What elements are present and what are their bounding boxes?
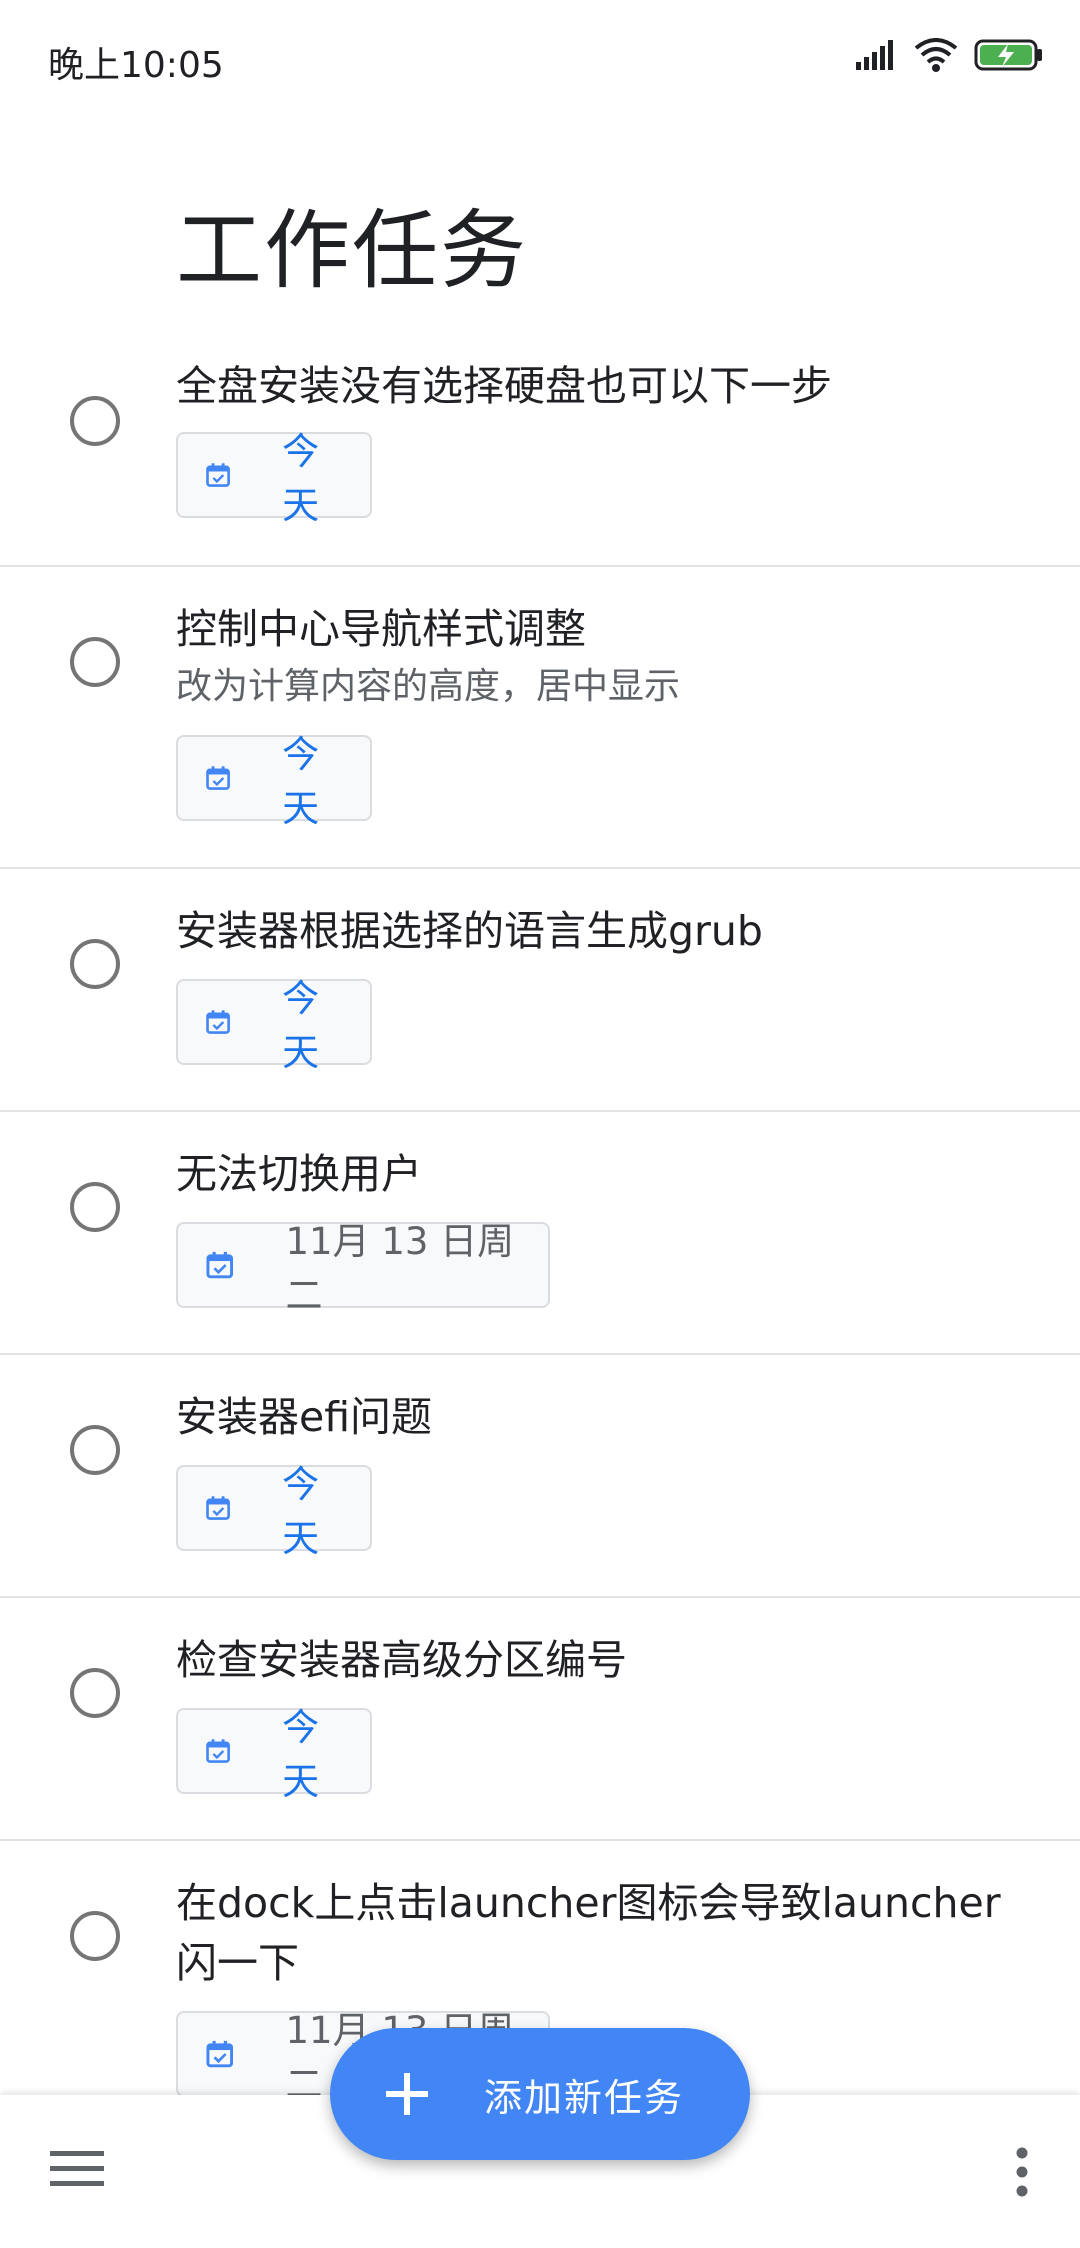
status-time: 晚上10:05 [48, 45, 224, 86]
calendar-check-icon [206, 1739, 230, 1763]
page-title: 工作任务 [176, 201, 528, 301]
due-date-label: 11月 13 日周二 [285, 1220, 515, 1317]
due-date-label: 今天 [282, 430, 320, 527]
more-vert-icon[interactable] [1014, 2147, 1030, 2197]
status-bar: 晚上10:05 [0, 0, 1080, 120]
task-checkbox[interactable] [70, 637, 120, 687]
task-checkbox[interactable] [70, 939, 120, 989]
due-date-label: 今天 [282, 733, 320, 830]
calendar-check-icon [206, 1496, 230, 1520]
task-checkbox[interactable] [70, 1425, 120, 1475]
due-date-chip[interactable]: 今天 [176, 430, 372, 527]
add-task-button[interactable]: 添加新任务 [330, 2028, 750, 2160]
signal-icon [856, 40, 893, 70]
due-date-chip[interactable]: 11月 13 日周二 [176, 1220, 550, 1317]
task-title[interactable]: 无法切换用户 [176, 1144, 1036, 1204]
task-title[interactable]: 安装器根据选择的语言生成grub [176, 901, 1036, 961]
due-date-label: 今天 [282, 977, 320, 1074]
task-title[interactable]: 全盘安装没有选择硬盘也可以下一步 [176, 356, 1036, 416]
calendar-check-icon [206, 2040, 234, 2068]
task-item[interactable]: 全盘安装没有选择硬盘也可以下一步 今天 [0, 320, 1080, 567]
task-item[interactable]: 检查安装器高级分区编号 今天 [0, 1598, 1080, 1841]
task-note: 改为计算内容的高度，居中显示 [176, 666, 681, 707]
task-checkbox[interactable] [70, 1668, 120, 1718]
menu-icon[interactable] [50, 2149, 104, 2189]
plus-icon [386, 2073, 428, 2115]
due-date-chip[interactable]: 今天 [176, 1706, 372, 1803]
due-date-chip[interactable]: 今天 [176, 733, 372, 830]
add-task-label: 添加新任务 [484, 2075, 685, 2120]
task-item[interactable]: 无法切换用户 11月 13 日周二 [0, 1112, 1080, 1355]
task-title[interactable]: 在dock上点击launcher图标会导致launcher闪一下 [176, 1873, 1036, 1993]
status-icons [856, 38, 1044, 72]
task-list: 全盘安装没有选择硬盘也可以下一步 今天 控制中心导航样式调整 改为计算内容的高度… [0, 320, 1080, 2106]
task-item[interactable]: 安装器根据选择的语言生成grub 今天 [0, 869, 1080, 1112]
due-date-label: 今天 [282, 1463, 320, 1560]
task-checkbox[interactable] [70, 1911, 120, 1961]
battery-charging-icon [974, 39, 1042, 71]
calendar-check-icon [206, 463, 230, 487]
task-item[interactable]: 安装器efi问题 今天 [0, 1355, 1080, 1598]
calendar-check-icon [206, 1010, 230, 1034]
task-title[interactable]: 控制中心导航样式调整 [176, 599, 1036, 659]
calendar-check-icon [206, 766, 230, 790]
task-title[interactable]: 安装器efi问题 [176, 1387, 1036, 1447]
task-checkbox[interactable] [70, 1182, 120, 1232]
due-date-chip[interactable]: 今天 [176, 977, 372, 1074]
task-item[interactable]: 控制中心导航样式调整 改为计算内容的高度，居中显示 今天 [0, 567, 1080, 869]
due-date-chip[interactable]: 今天 [176, 1463, 372, 1560]
calendar-check-icon [206, 1251, 234, 1279]
task-title[interactable]: 检查安装器高级分区编号 [176, 1630, 1036, 1690]
task-checkbox[interactable] [70, 396, 120, 446]
wifi-icon [914, 38, 958, 72]
due-date-label: 今天 [282, 1706, 320, 1803]
